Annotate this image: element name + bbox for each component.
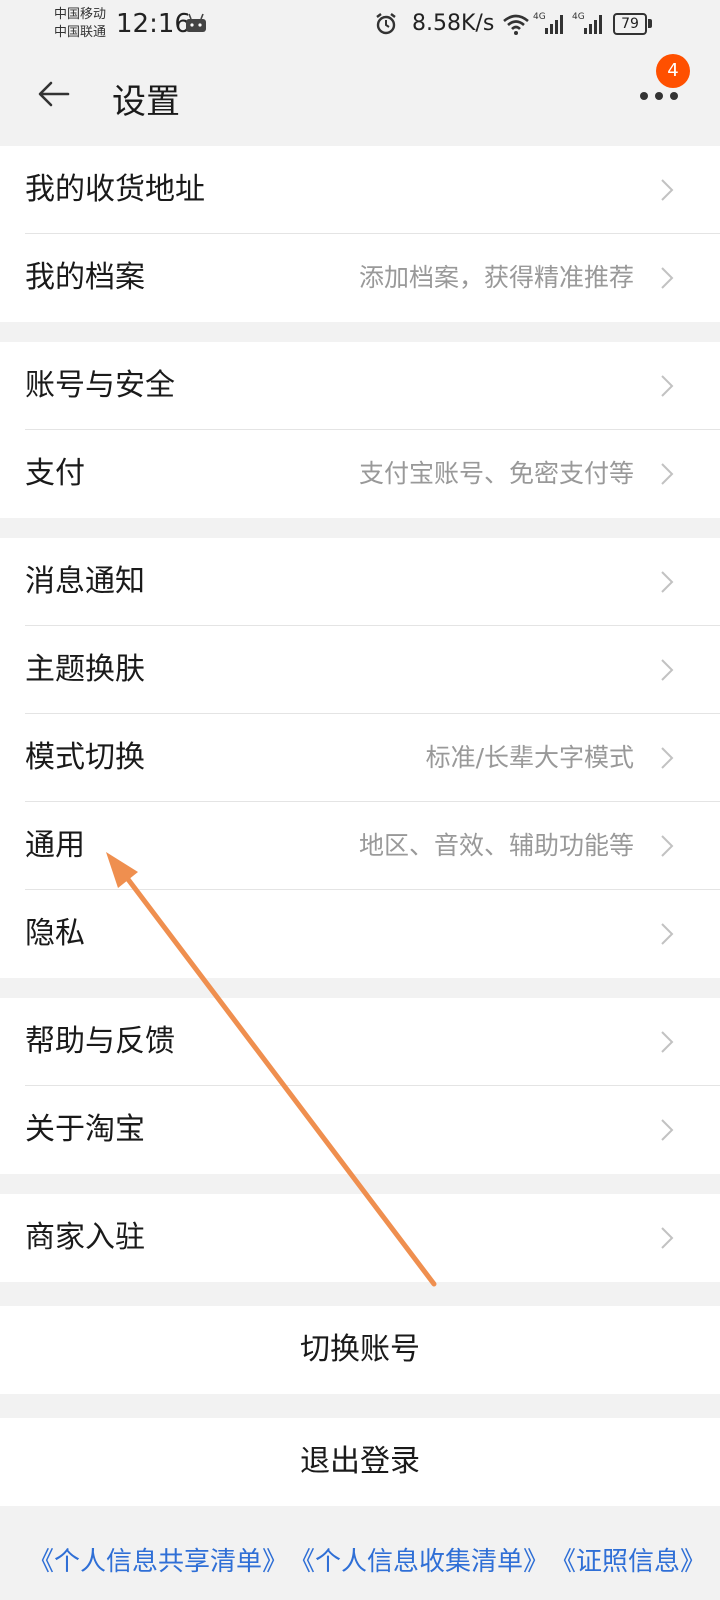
settings-row-general[interactable]: 通用 地区、音效、辅助功能等 (0, 802, 720, 890)
carrier-info: 中国移动 中国联通 (54, 6, 106, 42)
status-time: 12:16 (116, 9, 191, 39)
settings-row-hint: 标准/长辈大字模式 (425, 743, 634, 772)
settings-row-account-security[interactable]: 账号与安全 (0, 342, 720, 430)
settings-row-label: 帮助与反馈 (25, 1024, 175, 1059)
settings-group-help: 帮助与反馈 关于淘宝 (0, 998, 720, 1174)
settings-row-merchant[interactable]: 商家入驻 (0, 1194, 720, 1282)
signal-1-label: 4G (533, 12, 546, 22)
chevron-right-icon (661, 659, 674, 681)
link-info-sharing-list[interactable]: 《个人信息共享清单》 (28, 1547, 288, 1577)
settings-row-label: 支付 (25, 456, 85, 491)
back-arrow-icon[interactable] (36, 76, 72, 112)
chevron-right-icon (661, 1119, 674, 1141)
settings-row-label: 账号与安全 (25, 368, 175, 403)
settings-group-app: 消息通知主题换肤模式切换 标准/长辈大字模式通用 地区、音效、辅助功能等隐私 (0, 538, 720, 978)
carrier-2: 中国联通 (54, 25, 107, 40)
settings-row-label: 商家入驻 (25, 1220, 145, 1255)
chevron-right-icon (661, 835, 674, 857)
settings-row-label: 我的收货地址 (25, 172, 205, 207)
switch-account-button[interactable]: 切换账号 (0, 1306, 720, 1394)
footer-links: 《个人信息共享清单》 《个人信息收集清单》 《证照信息》 (0, 1524, 720, 1600)
settings-row-label: 主题换肤 (25, 652, 145, 687)
chevron-right-icon (661, 267, 674, 289)
settings-group-account: 账号与安全支付 支付宝账号、免密支付等 (0, 342, 720, 518)
settings-row-label: 关于淘宝 (25, 1112, 145, 1147)
settings-row-help-feedback[interactable]: 帮助与反馈 (0, 998, 720, 1086)
notification-badge: 4 (656, 54, 690, 88)
signal-icon-sim1: 4G (533, 12, 563, 34)
network-speed: 8.58K/s (412, 11, 495, 36)
settings-row-label: 我的档案 (25, 260, 145, 295)
chevron-right-icon (661, 375, 674, 397)
carrier-1: 中国移动 (54, 7, 107, 22)
battery-icon: 79 (613, 13, 653, 35)
settings-row-address[interactable]: 我的收货地址 (0, 146, 720, 234)
chevron-right-icon (661, 1031, 674, 1053)
settings-group-merchant: 商家入驻 (0, 1194, 720, 1282)
page-title: 设置 (112, 82, 180, 122)
settings-row-profile[interactable]: 我的档案 添加档案，获得精准推荐 (0, 234, 720, 322)
android-icon (186, 13, 206, 32)
chevron-right-icon (661, 571, 674, 593)
battery-level: 79 (613, 13, 647, 35)
chevron-right-icon (661, 179, 674, 201)
link-info-collection-list[interactable]: 《个人信息收集清单》 (302, 1547, 549, 1577)
signal-2-label: 4G (572, 12, 585, 22)
settings-row-theme[interactable]: 主题换肤 (0, 626, 720, 714)
settings-row-label: 隐私 (25, 916, 85, 951)
settings-row-payment[interactable]: 支付 支付宝账号、免密支付等 (0, 430, 720, 518)
settings-row-mode-switch[interactable]: 模式切换 标准/长辈大字模式 (0, 714, 720, 802)
settings-row-notifications[interactable]: 消息通知 (0, 538, 720, 626)
settings-row-hint: 添加档案，获得精准推荐 (358, 263, 634, 292)
wifi-icon (503, 14, 529, 35)
alarm-icon (376, 13, 396, 35)
chevron-right-icon (661, 463, 674, 485)
settings-row-label: 通用 (25, 828, 85, 863)
settings-row-label: 模式切换 (25, 740, 145, 775)
settings-row-label: 消息通知 (25, 564, 145, 599)
link-license-info[interactable]: 《证照信息》 (563, 1547, 706, 1577)
settings-row-hint: 地区、音效、辅助功能等 (358, 831, 634, 860)
settings-group-address: 我的收货地址 我的档案 添加档案，获得精准推荐 (0, 146, 720, 322)
chevron-right-icon (661, 1227, 674, 1249)
signal-icon-sim2: 4G (572, 12, 602, 34)
app-header: 设置 4 (0, 50, 720, 142)
logout-button[interactable]: 退出登录 (0, 1418, 720, 1506)
chevron-right-icon (661, 923, 674, 945)
settings-row-privacy[interactable]: 隐私 (0, 890, 720, 978)
chevron-right-icon (661, 747, 674, 769)
status-bar: 中国移动 中国联通 12:16 8.58K/s 4G 4G 79 (0, 0, 720, 50)
settings-row-about[interactable]: 关于淘宝 (0, 1086, 720, 1174)
settings-row-hint: 支付宝账号、免密支付等 (358, 459, 634, 488)
